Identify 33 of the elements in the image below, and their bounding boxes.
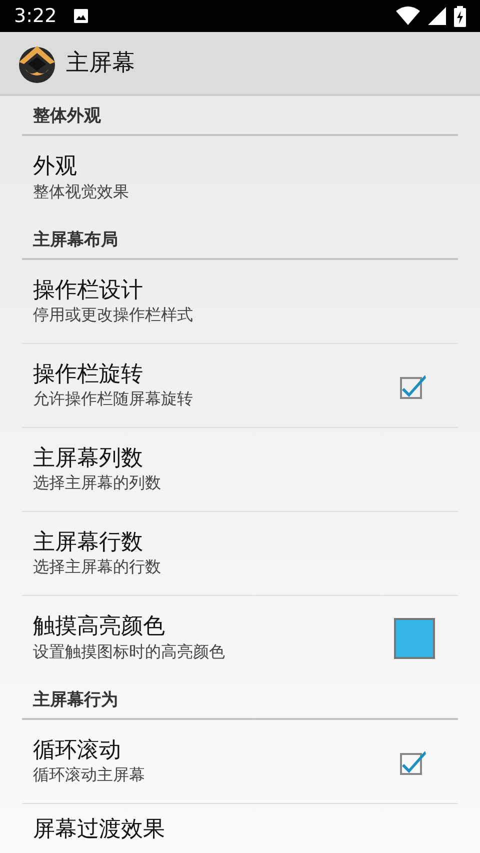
preference-item[interactable]: 操作栏旋转 允许操作栏随屏幕旋转 (22, 344, 458, 428)
preference-title: 触摸高亮颜色 (33, 613, 166, 642)
section-header: 主屏幕行为 (22, 680, 458, 720)
preference-title: 操作栏设计 (33, 276, 144, 305)
color-swatch[interactable] (394, 618, 435, 658)
signal-icon (428, 7, 446, 25)
preference-summary: 设置触摸图标时的高亮颜色 (33, 642, 226, 663)
preference-item[interactable]: 主屏幕行数 选择主屏幕的行数 (22, 512, 458, 596)
screen-title: 主屏幕 (66, 48, 135, 78)
preference-item[interactable]: 循环滚动 循环滚动主屏幕 (22, 720, 458, 804)
preference-title: 屏幕过渡效果 (33, 816, 166, 844)
preference-summary: 允许操作栏随屏幕旋转 (33, 389, 194, 410)
preference-title: 主屏幕列数 (33, 444, 144, 473)
preference-title: 循环滚动 (33, 736, 122, 765)
preference-summary: 循环滚动主屏幕 (33, 765, 146, 786)
preference-summary: 选择主屏幕的列数 (33, 473, 162, 494)
preference-summary: 选择主屏幕的行数 (33, 557, 162, 578)
preference-summary: 停用或更改操作栏样式 (33, 305, 194, 326)
preference-item[interactable]: 操作栏设计 停用或更改操作栏样式 (22, 260, 458, 344)
section-header: 主屏幕布局 (22, 220, 458, 260)
preference-item[interactable]: 外观 整体视觉效果 (22, 136, 458, 220)
image-icon (72, 8, 89, 24)
preference-title: 操作栏旋转 (33, 360, 144, 389)
preference-summary: 整体视觉效果 (33, 182, 130, 203)
preference-title: 外观 (33, 153, 78, 182)
preference-item[interactable]: 主屏幕列数 选择主屏幕的列数 (22, 428, 458, 512)
preference-item[interactable]: 触摸高亮颜色 设置触摸图标时的高亮颜色 (22, 596, 458, 680)
battery-icon (454, 6, 466, 26)
section-header: 整体外观 (22, 96, 458, 136)
wifi-icon (396, 6, 420, 26)
preference-title: 主屏幕行数 (33, 528, 144, 557)
preference-item[interactable]: 屏幕过渡效果 (22, 804, 458, 845)
clock: 3:22 (14, 4, 57, 29)
